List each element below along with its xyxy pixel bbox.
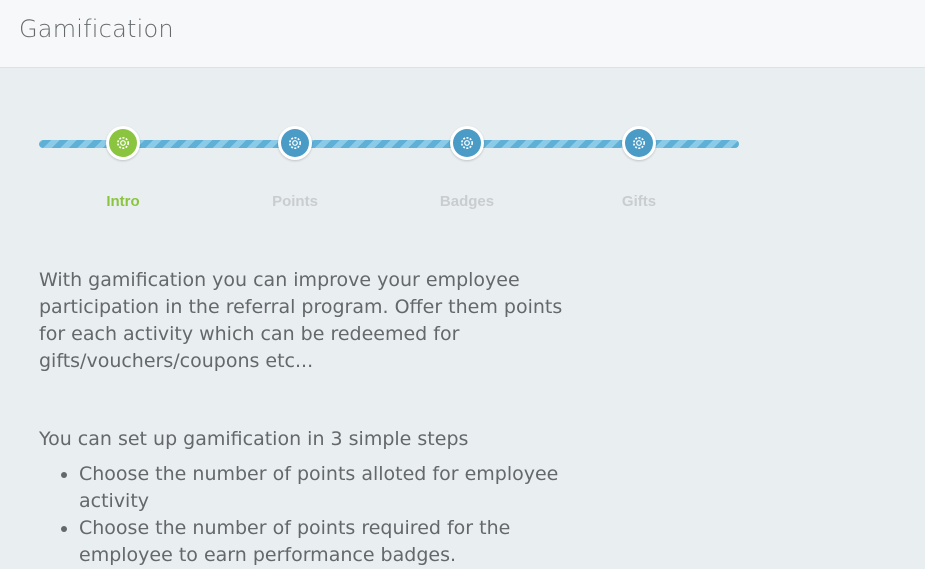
gear-icon: [289, 137, 301, 149]
list-item: Choose the number of points alloted for …: [79, 461, 559, 515]
wizard-step-label-points[interactable]: Points: [235, 193, 355, 210]
intro-content: With gamification you can improve your e…: [39, 267, 599, 569]
main-content: Intro Points Badges Gifts With gamificat…: [0, 69, 925, 566]
wizard-step-gifts[interactable]: [622, 126, 656, 160]
page-title: Gamification: [19, 15, 174, 43]
wizard-step-points[interactable]: [278, 126, 312, 160]
wizard-step-badges[interactable]: [450, 126, 484, 160]
list-item: Choose the number of points required for…: [79, 515, 559, 569]
steps-intro-text: You can set up gamification in 3 simple …: [39, 428, 469, 450]
intro-paragraph: With gamification you can improve your e…: [39, 269, 563, 372]
wizard-step-label-gifts[interactable]: Gifts: [579, 193, 699, 210]
page-header: Gamification: [0, 0, 925, 68]
wizard-step-label-intro[interactable]: Intro: [63, 193, 183, 210]
steps-list: Choose the number of points alloted for …: [39, 461, 559, 569]
wizard-step-label-badges[interactable]: Badges: [407, 193, 527, 210]
gear-icon: [117, 137, 129, 149]
gear-icon: [461, 137, 473, 149]
wizard-step-intro[interactable]: [106, 126, 140, 160]
gear-icon: [633, 137, 645, 149]
